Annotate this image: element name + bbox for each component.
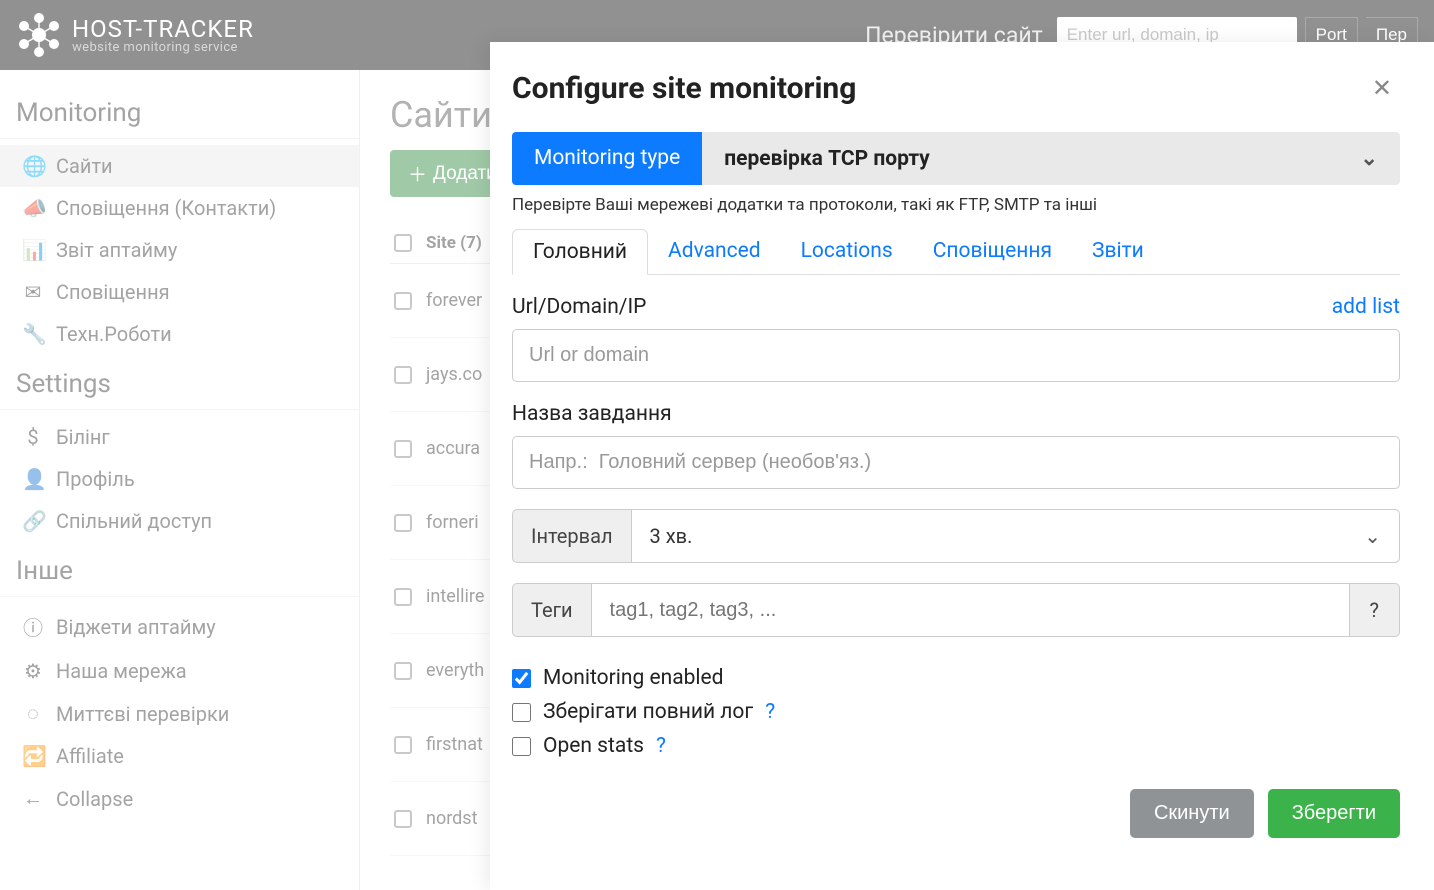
interval-select[interactable]: Інтервал 3 хв. ⌄	[512, 509, 1400, 563]
tags-help-button[interactable]: ?	[1350, 583, 1400, 637]
save-button[interactable]: Зберегти	[1268, 789, 1400, 838]
chevron-down-icon: ⌄	[1364, 524, 1381, 548]
close-icon[interactable]: ✕	[1364, 70, 1400, 106]
modal-title: Configure site monitoring	[512, 71, 856, 106]
configure-monitoring-modal: Configure site monitoring ✕ Monitoring t…	[490, 42, 1434, 890]
help-icon[interactable]: ?	[765, 700, 775, 724]
open-stats-label: Open stats	[543, 734, 644, 758]
help-icon[interactable]: ?	[656, 734, 666, 758]
monitoring-type-label: Monitoring type	[512, 132, 702, 185]
url-input[interactable]	[512, 329, 1400, 382]
tab-notifications[interactable]: Сповіщення	[913, 229, 1072, 274]
interval-label: Інтервал	[512, 509, 631, 563]
tab-reports[interactable]: Звіти	[1072, 229, 1164, 274]
tab-main[interactable]: Головний	[512, 229, 648, 275]
modal-tabs: Головний Advanced Locations Сповіщення З…	[512, 229, 1400, 275]
tags-label: Теги	[512, 583, 591, 637]
monitoring-type-selector[interactable]: Monitoring type перевірка TCP порту ⌄	[512, 132, 1400, 185]
monitoring-type-hint: Перевірте Ваші мережеві додатки та прото…	[512, 195, 1400, 215]
task-name-label: Назва завдання	[512, 402, 672, 426]
reset-button[interactable]: Скинути	[1130, 789, 1254, 838]
interval-value: 3 хв.	[650, 524, 693, 548]
monitoring-enabled-label: Monitoring enabled	[543, 666, 724, 690]
url-field-label: Url/Domain/IP	[512, 295, 646, 319]
monitoring-enabled-checkbox[interactable]	[512, 669, 531, 688]
tags-input[interactable]	[610, 599, 1331, 622]
full-log-checkbox[interactable]	[512, 703, 531, 722]
tab-advanced[interactable]: Advanced	[648, 229, 781, 274]
chevron-down-icon: ⌄	[1360, 146, 1378, 171]
task-name-input[interactable]	[512, 436, 1400, 489]
full-log-label: Зберігати повний лог	[543, 700, 753, 724]
add-list-link[interactable]: add list	[1332, 295, 1400, 319]
open-stats-checkbox[interactable]	[512, 737, 531, 756]
monitoring-type-value: перевірка TCP порту	[724, 147, 930, 171]
tab-locations[interactable]: Locations	[781, 229, 913, 274]
